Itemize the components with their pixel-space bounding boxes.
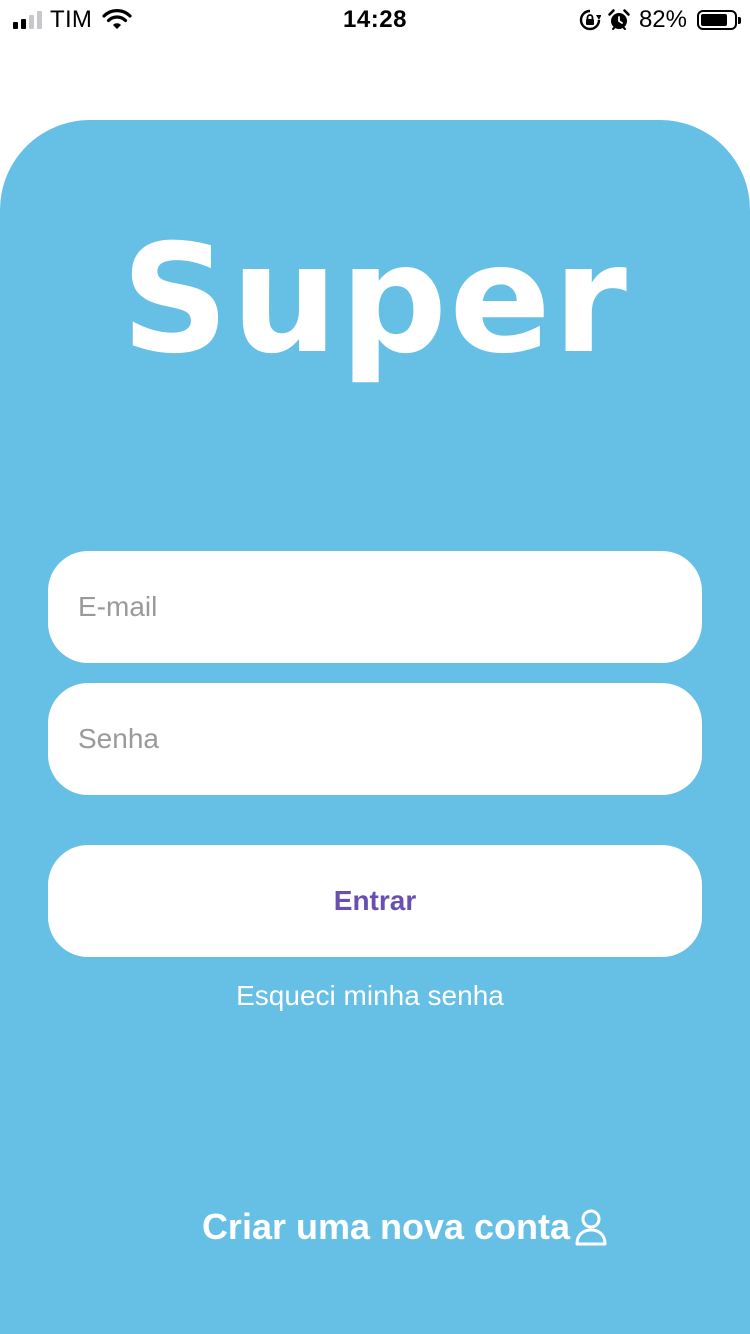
create-account-label: Criar uma nova conta bbox=[201, 1206, 571, 1247]
orientation-lock-icon bbox=[579, 9, 601, 31]
user-icon bbox=[575, 1209, 607, 1246]
battery-fill bbox=[701, 14, 728, 26]
enter-button[interactable]: Entrar bbox=[48, 845, 702, 957]
alarm-icon bbox=[608, 9, 630, 30]
email-field[interactable] bbox=[48, 551, 702, 663]
status-bar: TIM 14:28 82% bbox=[0, 0, 750, 40]
forgot-password-link[interactable]: Esqueci minha senha bbox=[0, 978, 740, 1014]
password-field[interactable] bbox=[48, 683, 702, 795]
app-logo: Super bbox=[121, 213, 629, 387]
create-account-link[interactable]: Criar uma nova conta bbox=[0, 1205, 750, 1249]
battery-icon bbox=[697, 10, 741, 30]
status-right: 82% bbox=[579, 6, 741, 34]
enter-button-label: Entrar bbox=[333, 885, 417, 916]
battery-percent: 82% bbox=[638, 6, 687, 33]
